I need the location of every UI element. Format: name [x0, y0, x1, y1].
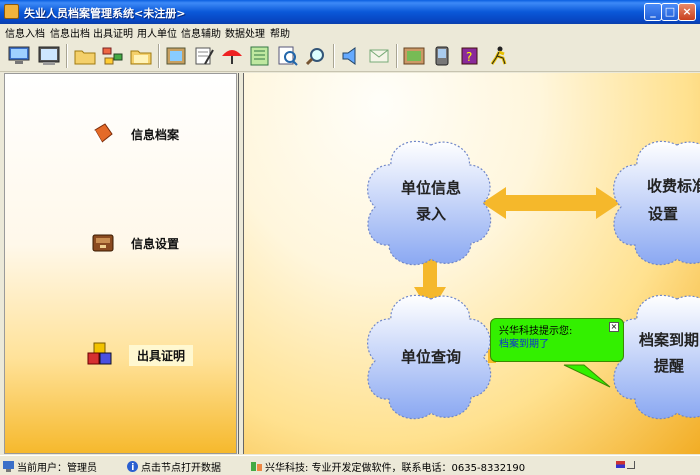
company-icon: [251, 462, 262, 471]
picture-icon[interactable]: [401, 43, 427, 69]
sidebar-item-info-settings[interactable]: 信息设置: [91, 232, 179, 254]
magnifier-icon[interactable]: [303, 43, 329, 69]
book-icon: [94, 123, 113, 145]
resize-grip-icon[interactable]: [627, 461, 635, 469]
open-folder-icon[interactable]: [128, 43, 154, 69]
menu-item[interactable]: 数据处理: [225, 25, 265, 40]
close-button[interactable]: ×: [678, 3, 696, 21]
menu-item[interactable]: 用人单位: [137, 25, 177, 40]
node-label: 单位查询: [401, 348, 461, 366]
double-arrow: [482, 187, 620, 219]
sidebar: 信息档案 信息设置 出具证明: [4, 73, 237, 454]
umbrella-icon[interactable]: [219, 43, 245, 69]
monitor-icon[interactable]: [6, 43, 32, 69]
folder-icon[interactable]: [72, 43, 98, 69]
status-company-text: 兴华科技: 专业开发定做软件，联系电话：0635-8332190: [265, 463, 526, 474]
film-icon[interactable]: [163, 43, 189, 69]
notification-tooltip: 兴华科技提示您: 档案到期了 ×: [490, 318, 624, 362]
app-icon: [4, 4, 19, 19]
menu-item[interactable]: 信息出档: [50, 25, 90, 40]
envelope-icon[interactable]: [366, 43, 392, 69]
svg-text:?: ?: [466, 50, 472, 64]
flow-node-unit-entry[interactable]: 单位信息 录入: [366, 140, 492, 266]
status-company: 兴华科技: 专业开发定做软件，联系电话：0635-8332190: [251, 459, 525, 474]
sidebar-item-info-archive[interactable]: 信息档案: [91, 122, 179, 146]
node-label: 录入: [416, 205, 446, 223]
minimize-button[interactable]: _: [644, 3, 662, 21]
status-hint: 点击节点打开数据: [127, 459, 221, 474]
sidebar-item-label: 信息设置: [131, 236, 180, 251]
node-label: 单位信息: [401, 179, 461, 197]
sidebar-item-issue-certificate[interactable]: 出具证明: [87, 342, 194, 368]
menu-item[interactable]: 出具证明: [93, 25, 133, 40]
menu-item[interactable]: 帮助: [270, 25, 290, 40]
search-doc-icon[interactable]: [275, 43, 301, 69]
status-hint-text: 点击节点打开数据: [141, 463, 221, 474]
help-book-icon[interactable]: ?: [457, 43, 483, 69]
node-label: 设置: [648, 205, 678, 223]
menu-item[interactable]: 信息入档: [5, 25, 45, 40]
node-label: 收费标准: [647, 177, 700, 195]
tree-icon[interactable]: [100, 43, 126, 69]
cubes-icon: [87, 342, 112, 365]
node-label: 提醒: [654, 357, 684, 375]
toolbar: ?: [0, 40, 700, 72]
speaker-icon[interactable]: [338, 43, 364, 69]
status-user-text: 当前用户：管理员: [17, 463, 97, 474]
cabinet-icon: [92, 234, 114, 252]
title-bar: 失业人员档案管理系统<未注册> _ □ ×: [0, 0, 700, 24]
runner-icon[interactable]: [485, 43, 511, 69]
flag-icon: [616, 461, 625, 468]
info-icon: [127, 461, 138, 472]
status-bar: 当前用户：管理员 点击节点打开数据 兴华科技: 专业开发定做软件，联系电话：06…: [0, 455, 700, 475]
notes-icon[interactable]: [191, 43, 217, 69]
node-label: 档案到期: [639, 331, 699, 349]
list-icon[interactable]: [247, 43, 273, 69]
status-user: 当前用户：管理员: [3, 459, 97, 474]
pda-icon[interactable]: [429, 43, 455, 69]
menu-bar: 信息入档 信息出档 出具证明 用人单位 信息辅助 数据处理 帮助: [0, 24, 700, 40]
sidebar-item-label: 信息档案: [131, 127, 180, 142]
flow-node-fee-settings[interactable]: 收费标准 设置: [612, 140, 700, 266]
screen-icon[interactable]: [36, 43, 62, 69]
flow-node-archive-expiry[interactable]: 档案到期 提醒: [612, 294, 700, 420]
flow-node-unit-query[interactable]: 单位查询: [366, 294, 492, 420]
menu-item[interactable]: 信息辅助: [181, 25, 221, 40]
workflow-panel: 单位信息 录入 收费标准 设置 单位查询 档案到期 提醒: [244, 73, 700, 454]
tooltip-message[interactable]: 档案到期了: [499, 335, 549, 350]
sidebar-item-label: 出具证明: [129, 344, 194, 366]
window-title: 失业人员档案管理系统<未注册>: [24, 7, 186, 20]
maximize-button[interactable]: □: [661, 3, 679, 21]
computer-icon: [3, 461, 14, 472]
tooltip-close-button[interactable]: ×: [609, 322, 619, 332]
